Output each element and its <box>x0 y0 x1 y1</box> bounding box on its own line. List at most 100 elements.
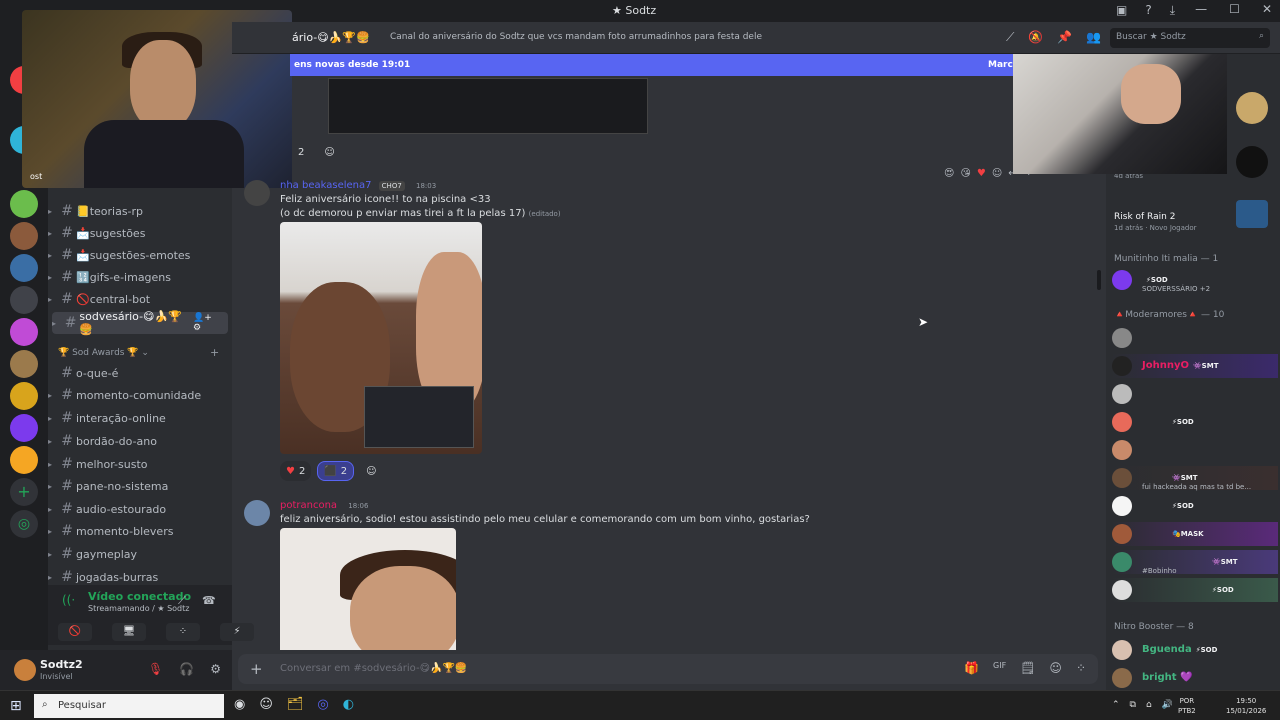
scrollbar[interactable] <box>1097 270 1101 290</box>
server-icon[interactable] <box>1236 146 1268 178</box>
channel-item[interactable]: ▸ # 🚫central-bot <box>48 288 228 310</box>
channel-item[interactable]: ▸ # momento-blevers <box>48 520 228 542</box>
network-icon[interactable]: ⌂ <box>1146 700 1152 710</box>
message-input[interactable]: Conversar em #sodvesário-😋🍌🏆🍔 <box>280 663 467 674</box>
server-icon[interactable] <box>10 222 38 250</box>
member-item[interactable]: 👾SMT #Bobinho <box>1112 550 1278 575</box>
upload-button[interactable]: + <box>250 660 263 678</box>
tray-chevron-icon[interactable]: ⌃ <box>1112 700 1120 710</box>
avatar[interactable] <box>244 500 270 526</box>
avatar[interactable] <box>14 659 36 681</box>
mark-read-button[interactable]: Marc <box>988 60 1013 70</box>
volume-icon[interactable]: 🔊 <box>1162 700 1173 710</box>
heart-icon[interactable]: ♥ <box>977 168 986 179</box>
maximize-button[interactable]: ☐ <box>1229 2 1240 16</box>
minimize-button[interactable]: — <box>1195 2 1207 16</box>
channel-item[interactable]: ▸ # interação-online <box>48 407 228 429</box>
add-reaction-icon[interactable]: ☺ <box>360 461 382 481</box>
disconnect-icon[interactable]: ☎ <box>202 594 216 607</box>
server-icon[interactable] <box>10 446 38 474</box>
server-icon[interactable] <box>10 414 38 442</box>
reaction-heart[interactable]: ♥ 2 <box>280 461 312 481</box>
activity-game[interactable]: Risk of Rain 2 <box>1114 212 1175 222</box>
member-item[interactable]: ⚡SOD <box>1112 410 1278 434</box>
notifications-icon[interactable]: 🔕 <box>1028 30 1043 45</box>
member-item[interactable] <box>1112 326 1278 350</box>
copilot-icon[interactable]: ◉ <box>234 697 245 712</box>
channel-item[interactable]: ▸ # melhor-susto <box>48 453 228 475</box>
discord-icon[interactable]: ◎ <box>317 697 328 712</box>
threads-icon[interactable]: ⟋ <box>1006 30 1014 45</box>
previous-image[interactable] <box>328 78 648 134</box>
search-input[interactable]: Buscar ★ Sodtz ⌕ <box>1110 28 1270 48</box>
gift-icon[interactable]: 🎁 <box>964 661 979 675</box>
taskbar-search[interactable]: ⌕ Pesquisar <box>34 694 224 718</box>
camera-button[interactable]: 🚫 <box>58 623 92 641</box>
server-icon[interactable] <box>10 190 38 218</box>
reaction-icon[interactable]: 😍 <box>944 168 954 179</box>
attached-image[interactable] <box>280 528 456 650</box>
reaction-custom[interactable]: ⬛ 2 <box>317 461 355 481</box>
gif-icon[interactable]: GIF <box>993 661 1006 675</box>
channel-item-active[interactable]: ▸ # sodvesário-😋🍌🏆🍔 👤+ ⚙ <box>52 310 228 336</box>
members-icon[interactable]: 👥 <box>1086 30 1101 45</box>
channel-item[interactable]: ▸ # audio-estourado <box>48 498 228 520</box>
channel-item[interactable]: ▸ # momento-comunidade <box>48 384 228 406</box>
server-icon[interactable] <box>10 350 38 378</box>
explore-icon[interactable]: ◎ <box>10 510 38 538</box>
channel-item[interactable]: ▸ # gaymeplay <box>48 543 228 565</box>
channel-item[interactable]: ▸ # pane-no-sistema <box>48 475 228 497</box>
member-item[interactable]: JohnnyO 👾SMT <box>1112 354 1278 378</box>
channel-item[interactable]: ▸ # 📩sugestões <box>48 222 228 244</box>
add-server-icon[interactable]: + <box>10 478 38 506</box>
member-item[interactable]: ⚡SOD <box>1112 578 1278 602</box>
edge-icon[interactable]: ◐ <box>343 697 354 712</box>
server-icon[interactable] <box>10 286 38 314</box>
pin-icon[interactable]: 📌 <box>1057 30 1072 45</box>
add-reaction-icon[interactable]: ☺ <box>318 142 340 162</box>
mute-icon[interactable]: 🎙 <box>148 662 163 676</box>
member-item[interactable]: ⚡SOD SODVERSSÁRIO +2 <box>1112 268 1278 293</box>
tray-icon[interactable]: ⧉ <box>1130 700 1136 710</box>
channel-item[interactable]: ▸ # 🔢gifs-e-imagens <box>48 266 228 288</box>
noise-icon[interactable]: ⟋ <box>178 594 186 608</box>
file-explorer-icon[interactable]: 🗂 <box>287 697 304 712</box>
user-name[interactable]: Sodtz2 <box>40 658 83 671</box>
category-sod-awards[interactable]: 🏆 Sod Awards 🏆 ⌄ + <box>58 346 219 359</box>
server-icon[interactable] <box>10 382 38 410</box>
inbox-icon[interactable]: ▣ <box>1116 3 1127 18</box>
channel-item[interactable]: # o-que-é <box>48 362 228 384</box>
voice-sub[interactable]: Streamamando / ★ Sodtz <box>88 604 189 613</box>
apps-icon[interactable]: ⁘ <box>1076 661 1086 675</box>
screen-share-button[interactable]: 🖥 <box>112 623 146 641</box>
clock[interactable]: 19:50 15/01/2026 <box>1226 696 1266 716</box>
new-messages-banner[interactable]: ens novas desde 19:01 Marc <box>290 54 1020 76</box>
add-reaction-icon[interactable]: ☺ <box>992 168 1002 179</box>
help-icon[interactable]: ? <box>1145 3 1151 18</box>
soundboard-button[interactable]: ⚡ <box>220 623 254 641</box>
channel-item[interactable]: ▸ # 📒teorias-rp <box>48 200 228 222</box>
settings-icon[interactable]: ⚙ <box>210 662 221 676</box>
language-indicator[interactable]: POR PTB2 <box>1178 696 1196 716</box>
reaction-icon[interactable]: 😘 <box>960 168 970 179</box>
windows-start-icon[interactable]: ⊞ <box>10 698 22 714</box>
emoji-icon[interactable]: ☺ <box>1049 661 1062 675</box>
attached-image[interactable] <box>280 222 482 454</box>
avatar[interactable] <box>244 180 270 206</box>
channel-item[interactable]: ▸ # bordão-do-ano <box>48 430 228 452</box>
reaction[interactable]: 2 <box>292 142 310 162</box>
member-item[interactable]: ⚡SOD <box>1112 494 1278 518</box>
member-item[interactable]: 🎭MASK <box>1112 522 1278 546</box>
member-item[interactable] <box>1112 382 1278 406</box>
member-item[interactable]: Bguenda ⚡SOD <box>1112 638 1278 662</box>
message-author[interactable]: nha beakaselena7 <box>280 180 371 191</box>
channel-item[interactable]: ▸ # 📩sugestões-emotes <box>48 244 228 266</box>
sticker-icon[interactable]: 🗒 <box>1020 661 1035 675</box>
message-author[interactable]: potrancona <box>280 500 337 511</box>
member-item[interactable]: bright 💜 <box>1112 666 1278 690</box>
deafen-icon[interactable]: 🎧 <box>179 662 194 676</box>
channel-description[interactable]: Canal do aniversário do Sodtz que vcs ma… <box>390 32 762 42</box>
server-icon[interactable] <box>10 318 38 346</box>
member-item[interactable] <box>1112 438 1278 462</box>
server-icon[interactable] <box>1236 92 1268 124</box>
